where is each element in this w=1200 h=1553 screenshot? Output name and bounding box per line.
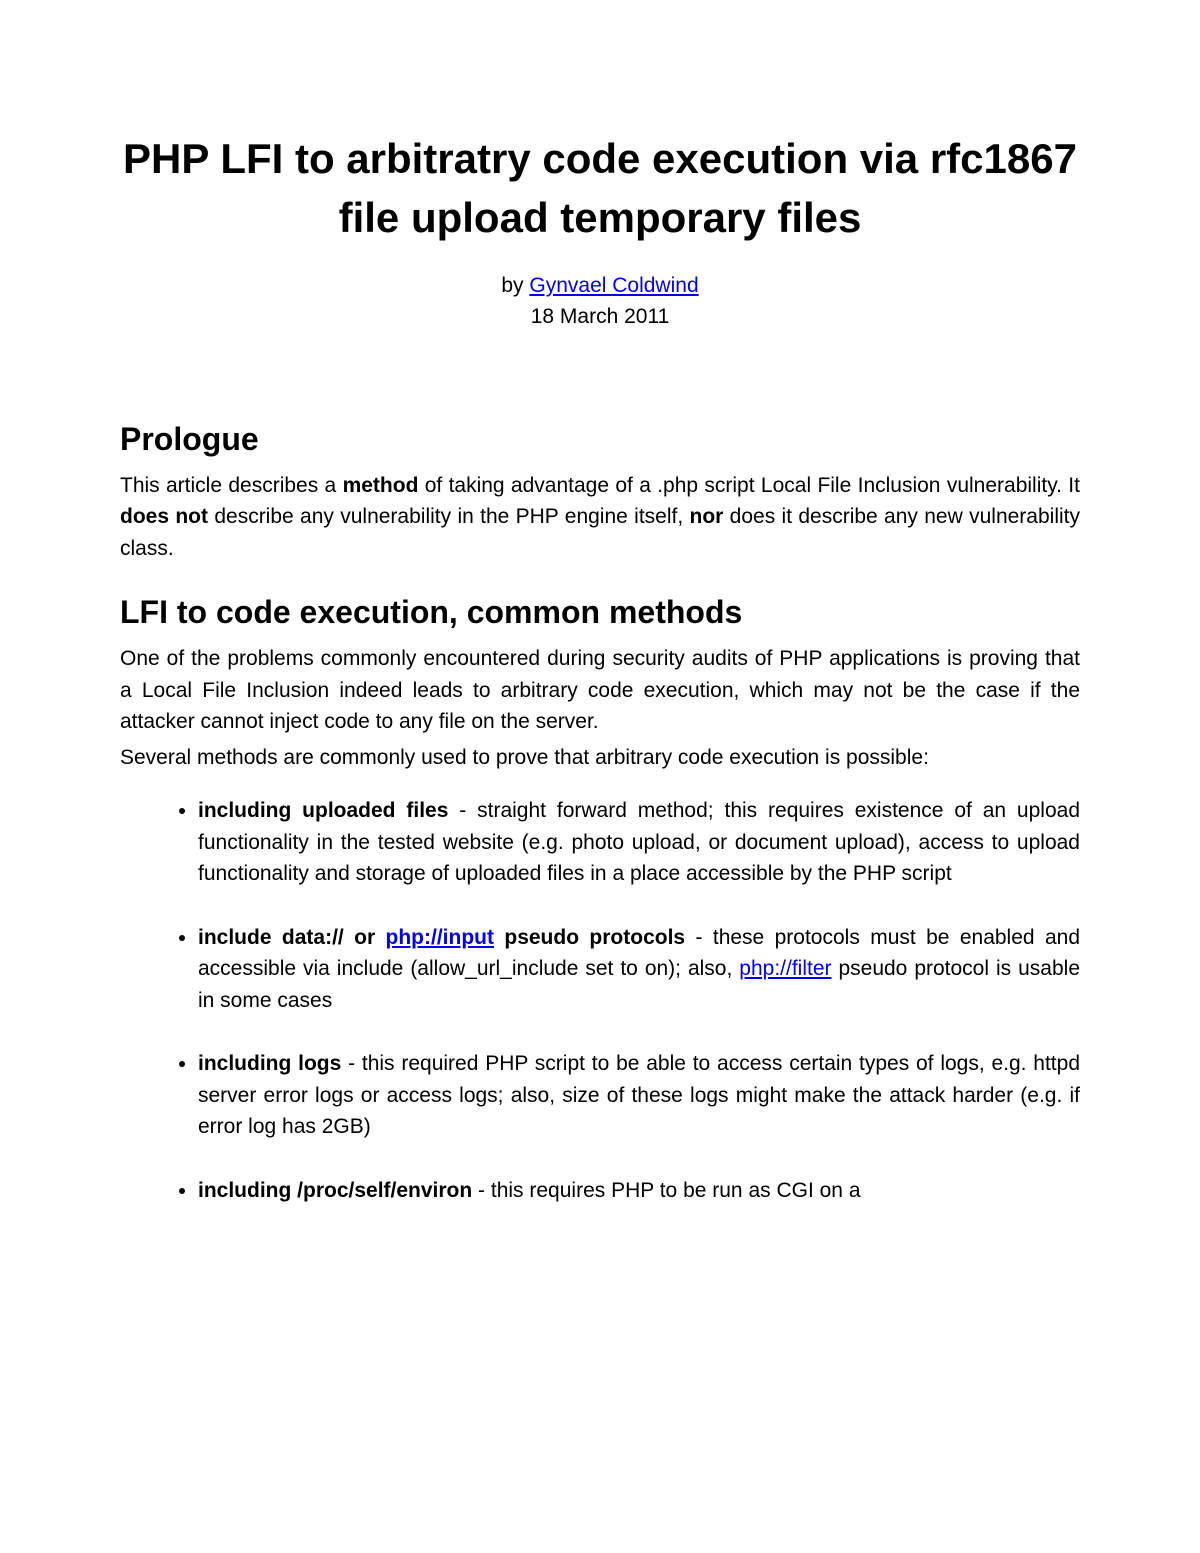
publication-date: 18 March 2011 <box>531 305 670 328</box>
byline-prefix: by <box>501 274 529 297</box>
methods-intro-1: One of the problems commonly encountered… <box>120 643 1080 738</box>
section-heading-methods: LFI to code execution, common methods <box>120 594 1080 631</box>
prologue-paragraph: This article describes a method of takin… <box>120 470 1080 565</box>
list-item: including /proc/self/environ - this requ… <box>198 1175 1080 1207</box>
php-input-link[interactable]: php://input <box>386 926 494 949</box>
document-title: PHP LFI to arbitratry code execution via… <box>120 130 1080 248</box>
author-link[interactable]: Gynvael Coldwind <box>529 274 698 297</box>
php-filter-link[interactable]: php://filter <box>739 957 831 980</box>
byline: by Gynvael Coldwind 18 March 2011 <box>120 270 1080 333</box>
methods-list: including uploaded files - straight forw… <box>120 795 1080 1206</box>
list-item: including logs - this required PHP scrip… <box>198 1048 1080 1143</box>
list-item: include data:// or php://input pseudo pr… <box>198 922 1080 1017</box>
list-item: including uploaded files - straight forw… <box>198 795 1080 890</box>
methods-intro-2: Several methods are commonly used to pro… <box>120 742 1080 774</box>
section-heading-prologue: Prologue <box>120 421 1080 458</box>
